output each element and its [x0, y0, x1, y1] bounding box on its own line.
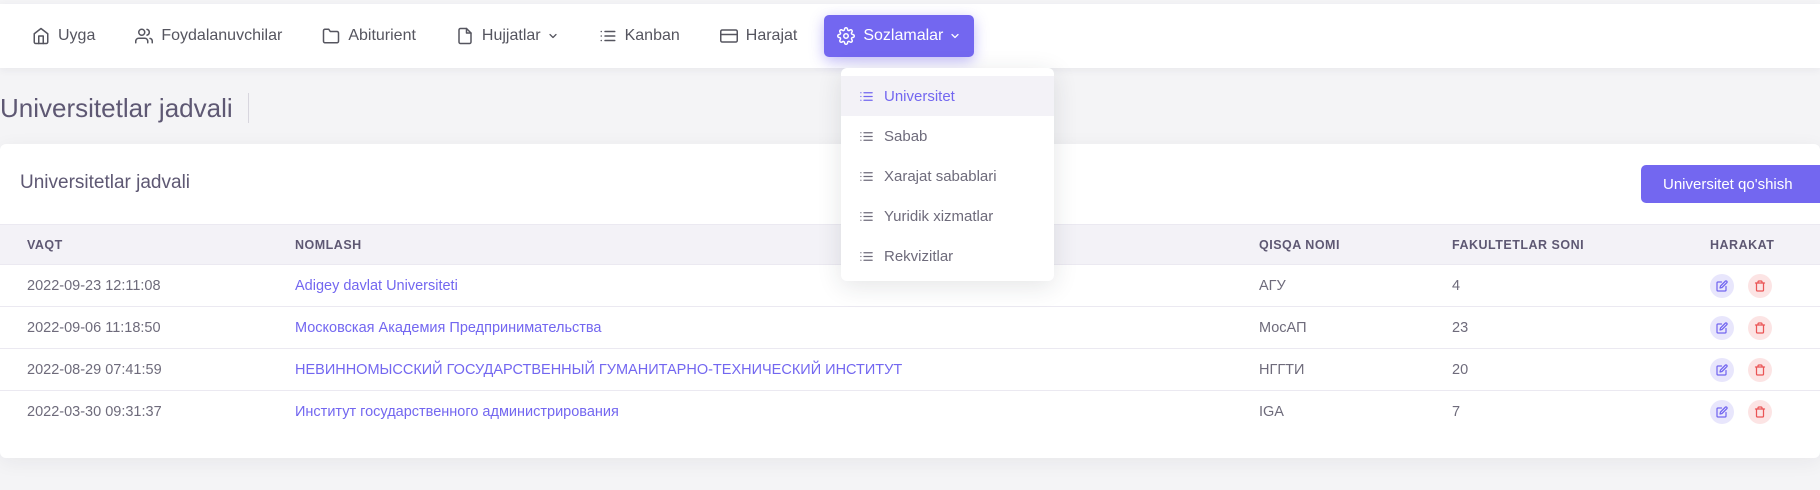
menu-item-label: Rekvizitlar: [884, 247, 954, 265]
delete-button[interactable]: [1748, 315, 1772, 340]
column-header-nomlash[interactable]: NOMLASH: [295, 224, 1259, 265]
cell-short-name: АГУ: [1259, 264, 1452, 307]
file-icon: [458, 27, 472, 45]
edit-button[interactable]: [1710, 273, 1734, 298]
nav-item-foydalanuvchilar[interactable]: Foydalanuvchilar: [122, 15, 295, 57]
column-header-qisqa-nomi[interactable]: QISQA NOMI: [1259, 224, 1452, 265]
home-icon: [33, 27, 49, 45]
card-title: Universitetlar jadvali: [20, 172, 191, 193]
nav-item-label: Harajat: [745, 27, 798, 44]
university-name-link[interactable]: Московская Академия Предпринимательства: [295, 320, 602, 336]
users-icon: [135, 28, 154, 44]
settings-dropdown-menu: Universitet Sabab Xarajat sabablari Yuri…: [841, 68, 1054, 281]
nav-item-sozlamalar[interactable]: Sozlamalar: [824, 15, 975, 57]
nav-item-label: Uyga: [58, 27, 96, 44]
university-name-link[interactable]: Институт государственного администрирова…: [295, 404, 619, 420]
cell-short-name: НГГТИ: [1259, 348, 1452, 391]
list-icon: [860, 251, 873, 261]
add-university-button[interactable]: Universitet qo'shish: [1641, 165, 1820, 203]
list-icon: [860, 171, 873, 181]
nav-item-hujjatlar[interactable]: Hujjatlar: [443, 15, 572, 57]
folder-icon: [323, 28, 340, 44]
trash-icon: [1754, 279, 1766, 292]
nav-item-uyga[interactable]: Uyga: [19, 15, 108, 57]
menu-item-sabab[interactable]: Sabab: [841, 116, 1054, 156]
list-icon: [600, 30, 616, 42]
column-header-harakat: HARAKAT: [1710, 224, 1820, 265]
list-icon: [860, 211, 873, 221]
table-row: 2022-09-06 11:18:50 Московская Академия …: [0, 306, 1820, 349]
edit-icon: [1716, 406, 1728, 418]
list-icon: [860, 131, 873, 141]
cell-short-name: IGA: [1259, 403, 1284, 420]
nav-item-label: Sozlamalar: [863, 27, 944, 44]
edit-button[interactable]: [1710, 399, 1734, 424]
nav-item-kanban[interactable]: Kanban: [586, 15, 693, 57]
nav-item-harajat[interactable]: Harajat: [707, 15, 811, 57]
delete-button[interactable]: [1748, 399, 1772, 424]
cell-faculties-count: 20: [1452, 348, 1710, 391]
menu-item-label: Xarajat sabablari: [884, 167, 997, 185]
nav-item-abiturient[interactable]: Abiturient: [309, 15, 429, 57]
menu-item-universitet[interactable]: Universitet: [841, 76, 1054, 116]
cell-time: 2022-09-06 11:18:50: [0, 306, 295, 349]
page-title: Universitetlar jadvali: [0, 93, 249, 123]
menu-item-label: Sabab: [884, 127, 928, 145]
university-name-link[interactable]: Adigey davlat Universiteti: [295, 278, 458, 294]
university-name-link[interactable]: НЕВИННОМЫССКИЙ ГОСУДАРСТВЕННЫЙ ГУМАНИТАР…: [295, 362, 902, 378]
cell-short-name: МосАП: [1259, 306, 1452, 349]
nav-item-label: Kanban: [624, 27, 680, 44]
trash-icon: [1754, 406, 1766, 418]
column-header-vaqt[interactable]: VAQT: [0, 224, 295, 265]
gear-icon: [837, 27, 856, 45]
edit-icon: [1716, 363, 1728, 376]
list-icon: [860, 91, 873, 101]
delete-button[interactable]: [1748, 357, 1772, 382]
menu-item-label: Yuridik xizmatlar: [884, 207, 994, 225]
nav-item-label: Hujjatlar: [481, 27, 541, 44]
main-nav: Uyga Foydalanuvchilar Abiturient Hujjatl…: [0, 4, 1820, 68]
edit-icon: [1716, 321, 1728, 334]
table-row: 2022-03-30 09:31:37 Институт государстве…: [0, 391, 1820, 433]
menu-item-rekvizitlar[interactable]: Rekvizitlar: [841, 236, 1054, 276]
menu-item-xarajat-sabablari[interactable]: Xarajat sabablari: [841, 156, 1054, 196]
table-row: 2022-08-29 07:41:59 НЕВИННОМЫССКИЙ ГОСУД…: [0, 348, 1820, 391]
cell-time: 2022-08-29 07:41:59: [0, 348, 295, 391]
delete-button[interactable]: [1748, 273, 1772, 298]
menu-item-yuridik-xizmatlar[interactable]: Yuridik xizmatlar: [841, 196, 1054, 236]
trash-icon: [1754, 363, 1766, 376]
nav-item-label: Foydalanuvchilar: [161, 27, 283, 44]
cell-faculties-count: 7: [1452, 403, 1461, 420]
edit-button[interactable]: [1710, 315, 1734, 340]
edit-icon: [1716, 279, 1728, 292]
chevron-down-icon: [548, 33, 557, 39]
trash-icon: [1754, 321, 1766, 334]
top-navbar: Uyga Foydalanuvchilar Abiturient Hujjatl…: [0, 4, 1820, 68]
menu-item-label: Universitet: [884, 87, 955, 105]
cell-time: 2022-03-30 09:31:37: [27, 403, 162, 420]
chevron-down-icon: [951, 33, 959, 39]
cell-time: 2022-09-23 12:11:08: [0, 264, 295, 307]
nav-item-label: Abiturient: [348, 27, 416, 44]
column-header-fakultetlar-soni[interactable]: FAKULTETLAR SONI: [1452, 224, 1710, 265]
cell-faculties-count: 23: [1452, 306, 1710, 349]
edit-button[interactable]: [1710, 357, 1734, 382]
credit-card-icon: [719, 29, 738, 43]
cell-faculties-count: 4: [1452, 264, 1710, 307]
